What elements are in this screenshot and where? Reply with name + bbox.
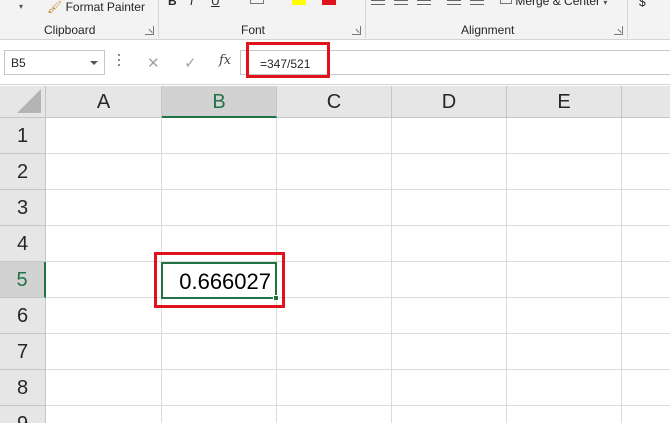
formula-highlight-box (246, 42, 330, 78)
merge-cells-icon (500, 0, 512, 4)
clipboard-group-label: Clipboard (44, 23, 96, 37)
merge-center-label: Merge & Center (515, 0, 601, 8)
column-header-c[interactable]: C (277, 86, 392, 118)
clipboard-dialog-launcher[interactable] (145, 26, 154, 35)
align-left-button[interactable] (371, 0, 385, 5)
gridline (391, 118, 392, 423)
underline-button[interactable]: U (211, 0, 220, 8)
row-header-8[interactable]: 8 (0, 370, 46, 406)
borders-button[interactable] (250, 0, 264, 4)
gridline (506, 118, 507, 423)
insert-function-button[interactable]: fx (219, 53, 231, 68)
column-header-a[interactable]: A (46, 86, 162, 118)
fill-color-button[interactable] (292, 0, 306, 5)
row-header-2[interactable]: 2 (0, 154, 46, 190)
row-header-5[interactable]: 5 (0, 262, 46, 298)
currency-button[interactable]: $ (639, 0, 646, 9)
gridline (46, 405, 670, 406)
select-all-button[interactable] (0, 86, 46, 118)
spreadsheet-grid: A B C D E 1 2 3 4 5 6 7 8 9 0.666027 (0, 86, 670, 423)
outdent-button[interactable] (470, 0, 484, 5)
gridline (46, 153, 670, 154)
gridline (46, 261, 670, 262)
font-group-label: Font (241, 23, 266, 37)
column-header-f[interactable] (622, 86, 670, 118)
indent-button[interactable] (447, 0, 461, 5)
font-color-button[interactable] (322, 0, 336, 5)
paste-dropdown-arrow[interactable]: ▾ (19, 2, 23, 11)
column-header-d[interactable]: D (392, 86, 507, 118)
row-header-1[interactable]: 1 (0, 118, 46, 154)
row-header-4[interactable]: 4 (0, 226, 46, 262)
gridline (46, 225, 670, 226)
chevron-down-icon[interactable] (90, 61, 98, 65)
italic-button[interactable]: I (190, 0, 193, 8)
column-header-b[interactable]: B (162, 86, 277, 118)
row-header-9[interactable]: 9 (0, 406, 46, 423)
gridline (621, 118, 622, 423)
alignment-group-label: Alignment (461, 23, 515, 37)
cell-highlight-box (154, 252, 285, 308)
row-header-6[interactable]: 6 (0, 298, 46, 334)
enter-formula-button[interactable]: ✓ (184, 54, 197, 72)
alignment-dialog-launcher[interactable] (614, 26, 623, 35)
gridline (46, 333, 670, 334)
format-painter-label: Format Painter (65, 0, 145, 14)
cancel-formula-button[interactable]: ✕ (147, 54, 160, 72)
merge-center-dropdown-arrow: ▾ (603, 0, 608, 7)
gridline (46, 369, 670, 370)
column-header-e[interactable]: E (507, 86, 622, 118)
ribbon: ▾ 🖌 Format Painter Clipboard B I U Font … (0, 0, 670, 40)
paintbrush-icon: 🖌 (47, 0, 63, 14)
bold-button[interactable]: B (168, 0, 177, 8)
merge-center-button[interactable]: Merge & Center ▾ (500, 0, 607, 8)
row-header-7[interactable]: 7 (0, 334, 46, 370)
gridline (46, 297, 670, 298)
formula-bar: B5 ✕ ✓ fx =347/521 (0, 40, 670, 85)
name-box[interactable]: B5 (4, 50, 105, 75)
align-center-button[interactable] (394, 0, 408, 5)
drag-handle-icon[interactable] (118, 54, 121, 70)
align-right-button[interactable] (417, 0, 431, 5)
format-painter-button[interactable]: 🖌 Format Painter (47, 0, 145, 14)
row-header-3[interactable]: 3 (0, 190, 46, 226)
name-box-value: B5 (11, 56, 26, 70)
font-dialog-launcher[interactable] (352, 26, 361, 35)
gridline (46, 189, 670, 190)
